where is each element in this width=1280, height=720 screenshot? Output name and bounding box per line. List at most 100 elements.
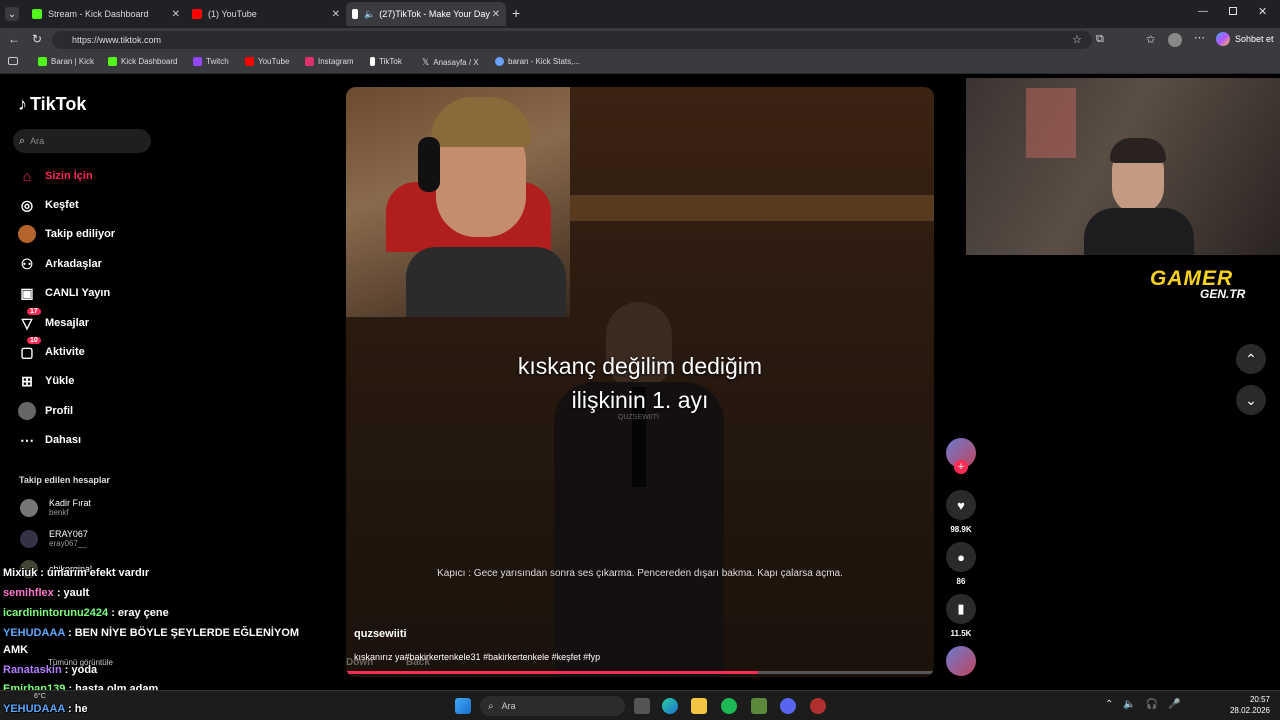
sidebar-toggle-icon[interactable]	[8, 57, 18, 65]
music-disc-button[interactable]	[946, 646, 976, 676]
avatar-icon	[18, 225, 36, 243]
close-icon[interactable]: ✕	[172, 9, 180, 20]
nav-profile[interactable]: Profil	[18, 402, 73, 420]
nav-messages[interactable]: ▽ 17 Mesajlar	[18, 308, 90, 332]
file-explorer-icon[interactable]	[691, 698, 707, 714]
search-box[interactable]: ⌕ Ara	[13, 129, 151, 153]
nav-for-you[interactable]: ⌂ Sizin İçin	[18, 167, 93, 185]
bookmark-label: Instagram	[318, 57, 354, 66]
nav-explore[interactable]: ◎ Keşfet	[18, 196, 79, 214]
clock[interactable]: 20:57 28.02.2026	[1226, 694, 1270, 716]
weather-widget[interactable]: 6°C	[34, 693, 46, 700]
taskbar-search[interactable]: ⌕ Ara	[480, 696, 625, 716]
activity-badge: 10	[27, 337, 41, 344]
save-button[interactable]: ▮ 11.5K	[946, 594, 976, 638]
following-account[interactable]: Kadir Fırat benkf	[20, 498, 91, 517]
bookmark-x[interactable]: 𝕏 Anasayfa / X	[422, 57, 479, 68]
url-text: https://www.tiktok.com	[72, 35, 162, 45]
minimize-button[interactable]: —	[1198, 6, 1208, 17]
bookmark-kick-dashboard[interactable]: Kick Dashboard	[108, 57, 177, 66]
nav-friends[interactable]: ⚇ Arkadaşlar	[18, 255, 102, 273]
avatar[interactable]	[1168, 33, 1182, 47]
nav-following[interactable]: Takip ediliyor	[18, 225, 115, 243]
kick-icon	[32, 9, 42, 19]
video-progress-bar[interactable]	[346, 671, 934, 674]
tray-icons[interactable]: ⌃🔈🎧🎤	[1105, 699, 1191, 710]
app-icon[interactable]	[810, 698, 826, 714]
twitch-icon	[193, 57, 202, 66]
video-author[interactable]: quzsewiiti	[354, 628, 407, 640]
maximize-button[interactable]	[1229, 7, 1237, 15]
favorites-icon[interactable]: ☆	[1072, 33, 1082, 46]
caption-line: ilişkinin 1. ayı	[571, 387, 709, 413]
bookmark-twitch[interactable]: Twitch	[193, 57, 229, 66]
bookmark-youtube[interactable]: YouTube	[245, 57, 289, 66]
nav-label: CANLI Yayın	[45, 287, 111, 299]
previous-video-button[interactable]: ⌃	[1236, 344, 1266, 374]
chat-user: YEHUDAAA	[3, 703, 65, 715]
video-progress-fill	[346, 671, 758, 674]
weather-temp: 6°C	[34, 693, 46, 700]
nav-label: Mesajlar	[45, 317, 90, 329]
following-account[interactable]: ERAY067 eray067__	[20, 529, 88, 548]
tab-list-icon[interactable]: ⌄	[5, 7, 19, 21]
url-field[interactable]: https://www.tiktok.com	[52, 31, 1092, 49]
windows-taskbar: 6°C ⌕ Ara ⌃🔈🎧🎤 20:57 28.02.2026	[0, 690, 1280, 720]
clock-time: 20:57	[1249, 695, 1270, 704]
stats-icon	[495, 57, 504, 66]
avatar	[20, 529, 38, 548]
tab-kick-dashboard[interactable]: Stream - Kick Dashboard ✕	[26, 2, 186, 26]
chevron-up-icon: ⌃	[1245, 350, 1257, 367]
bookmark-label: Twitch	[206, 57, 229, 66]
collections-icon[interactable]: ✩	[1146, 33, 1155, 46]
nav-label: Profil	[45, 405, 74, 417]
chat-text: AMK	[3, 644, 29, 656]
wall-light-shape	[1026, 88, 1076, 158]
message-icon: ▽ 17	[18, 308, 41, 332]
comment-button[interactable]: ● 86	[946, 542, 976, 586]
reload-icon[interactable]: ↻	[32, 32, 42, 46]
tiktok-logo[interactable]: ♪ TikTok	[18, 94, 86, 115]
close-icon[interactable]: ✕	[332, 9, 340, 20]
more-icon: ⋯	[20, 431, 34, 448]
nav-label: Keşfet	[45, 199, 79, 211]
chat-text: : yault	[56, 587, 90, 599]
next-video-button[interactable]: ⌄	[1236, 385, 1266, 415]
bookmark-tiktok[interactable]: TikTok	[370, 57, 402, 66]
x-icon: 𝕏	[422, 57, 430, 67]
close-icon[interactable]: ✕	[492, 9, 500, 20]
close-window-button[interactable]: ✕	[1258, 5, 1267, 18]
follow-plus-icon[interactable]: +	[954, 460, 968, 474]
back-icon[interactable]: ←	[8, 32, 20, 46]
extensions-icon[interactable]: ⧉	[1096, 33, 1104, 46]
chat-text: : BEN NİYE BÖYLE ŞEYLERDE EĞLENİYOM	[68, 627, 300, 639]
video-player[interactable]: QUZSEWIITI kıskanç değilim dediğim ilişk…	[346, 87, 934, 677]
discord-icon[interactable]	[780, 698, 796, 714]
nav-upload[interactable]: ⊞ Yükle	[18, 372, 74, 390]
webcam-overlay	[966, 78, 1280, 255]
app-icon[interactable]	[751, 698, 767, 714]
like-button[interactable]: ♥ 98.9K	[946, 490, 976, 534]
speaker-icon[interactable]: 🔈	[364, 9, 375, 20]
task-view-icon[interactable]	[634, 698, 650, 714]
nav-more[interactable]: ⋯ Dahası	[18, 431, 81, 449]
bookmark-instagram[interactable]: Instagram	[305, 57, 354, 66]
hint-down: Down	[346, 657, 374, 668]
hair-shape	[431, 97, 531, 147]
nav-live[interactable]: ▣ CANLI Yayın	[18, 284, 110, 302]
spotify-icon[interactable]	[721, 698, 737, 714]
tab-youtube[interactable]: (1) YouTube ✕	[186, 2, 346, 26]
menu-icon[interactable]: ⋯	[1194, 31, 1205, 44]
nav-activity[interactable]: ▢ 10 Aktivite	[18, 337, 85, 361]
chevron-down-icon: ⌄	[1245, 391, 1257, 408]
copilot-button[interactable]: Sohbet et	[1216, 32, 1274, 46]
keyboard-hint: Down Back	[346, 657, 430, 668]
creator-avatar-button[interactable]: +	[946, 438, 976, 474]
bookmark-kick-stats[interactable]: baran - Kick Stats,...	[495, 57, 580, 66]
bookmark-baran-kick[interactable]: Baran | Kick	[38, 57, 94, 66]
tab-tiktok[interactable]: 🔈 (27)TikTok - Make Your Day ✕	[346, 2, 506, 26]
new-tab-button[interactable]: +	[512, 5, 520, 21]
edge-icon[interactable]	[662, 698, 678, 714]
nav-label: Arkadaşlar	[45, 258, 102, 270]
windows-start-icon[interactable]	[455, 698, 471, 714]
